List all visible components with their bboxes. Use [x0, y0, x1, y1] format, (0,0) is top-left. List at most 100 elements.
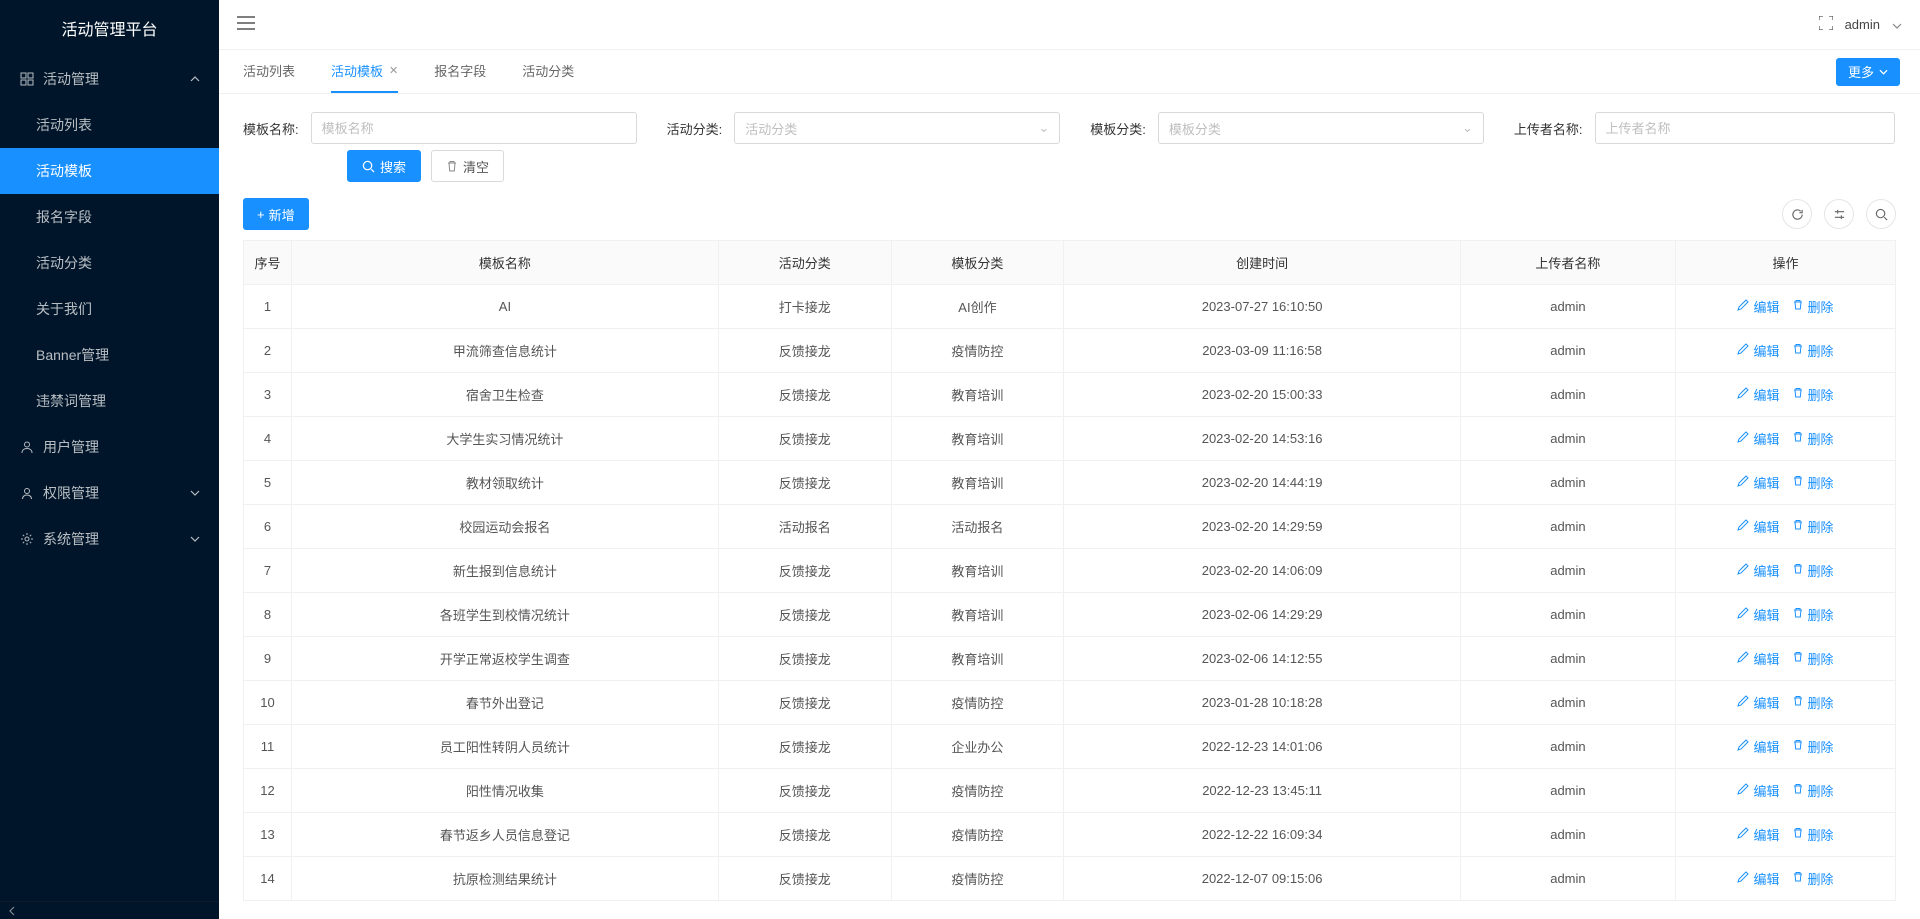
edit-icon — [1737, 871, 1749, 886]
menu-item[interactable]: 关于我们 — [0, 286, 219, 332]
tabs-more-button[interactable]: 更多 — [1836, 58, 1900, 86]
tabs-bar: 活动列表 活动模板 ✕ 报名字段活动分类 更多 — [219, 50, 1920, 94]
search-icon — [362, 160, 375, 173]
delete-button[interactable]: 删除 — [1792, 429, 1834, 448]
edit-button[interactable]: 编辑 — [1737, 781, 1779, 800]
tabs-more-label: 更多 — [1848, 62, 1874, 81]
fullscreen-button[interactable] — [1819, 16, 1833, 33]
menu-item[interactable]: Banner管理 — [0, 332, 219, 378]
cell-uploader: admin — [1460, 637, 1675, 681]
cell-actions: 编辑删除 — [1676, 813, 1896, 857]
delete-button[interactable]: 删除 — [1792, 781, 1834, 800]
cell-actions: 编辑删除 — [1676, 285, 1896, 329]
user-icon — [19, 440, 34, 455]
edit-button[interactable]: 编辑 — [1737, 473, 1779, 492]
cell-uploader: admin — [1460, 373, 1675, 417]
cell-uploader: admin — [1460, 285, 1675, 329]
cell-template-category: 教育培训 — [891, 549, 1064, 593]
edit-button[interactable]: 编辑 — [1737, 341, 1779, 360]
cell-template-category: 疫情防控 — [891, 681, 1064, 725]
cell-created: 2023-02-20 15:00:33 — [1064, 373, 1461, 417]
search-button[interactable]: 搜索 — [347, 150, 421, 182]
menu-group-label: 活动管理 — [43, 69, 99, 89]
delete-button[interactable]: 删除 — [1792, 341, 1834, 360]
edit-button[interactable]: 编辑 — [1737, 605, 1779, 624]
menu-item[interactable]: 活动模板 — [0, 148, 219, 194]
menu-item[interactable]: 违禁词管理 — [0, 378, 219, 424]
filter-uploader-input[interactable] — [1595, 112, 1895, 144]
menu-toggle-button[interactable] — [237, 16, 255, 33]
delete-button[interactable]: 删除 — [1792, 561, 1834, 580]
menu-group-title[interactable]: 用户管理 — [0, 424, 219, 470]
edit-button[interactable]: 编辑 — [1737, 649, 1779, 668]
edit-button[interactable]: 编辑 — [1737, 429, 1779, 448]
delete-button[interactable]: 删除 — [1792, 605, 1834, 624]
cell-created: 2022-12-22 16:09:34 — [1064, 813, 1461, 857]
cell-index: 7 — [244, 549, 292, 593]
refresh-button[interactable] — [1782, 199, 1812, 229]
menu-group-title[interactable]: 活动管理 — [0, 56, 219, 102]
user-menu-toggle[interactable] — [1892, 17, 1902, 32]
close-icon[interactable]: ✕ — [389, 64, 398, 77]
cell-activity-category: 反馈接龙 — [718, 637, 891, 681]
delete-button[interactable]: 删除 — [1792, 385, 1834, 404]
column-header: 上传者名称 — [1460, 241, 1675, 285]
delete-button[interactable]: 删除 — [1792, 737, 1834, 756]
delete-button[interactable]: 删除 — [1792, 825, 1834, 844]
tab[interactable]: 活动模板 ✕ — [331, 50, 398, 93]
search-table-button[interactable] — [1866, 199, 1896, 229]
edit-button[interactable]: 编辑 — [1737, 517, 1779, 536]
tab[interactable]: 活动列表 — [243, 50, 295, 93]
topbar: admin — [219, 0, 1920, 50]
edit-icon — [1737, 563, 1749, 578]
delete-button[interactable]: 删除 — [1792, 649, 1834, 668]
cell-actions: 编辑删除 — [1676, 505, 1896, 549]
edit-button[interactable]: 编辑 — [1737, 693, 1779, 712]
column-header: 活动分类 — [718, 241, 891, 285]
edit-button[interactable]: 编辑 — [1737, 561, 1779, 580]
tab-label: 活动模板 — [331, 61, 383, 80]
username-label[interactable]: admin — [1845, 17, 1880, 32]
tab[interactable]: 活动分类 — [522, 50, 574, 93]
hamburger-icon — [237, 16, 255, 30]
cell-activity-category: 反馈接龙 — [718, 549, 891, 593]
cell-index: 4 — [244, 417, 292, 461]
filter-name-input[interactable] — [311, 112, 637, 144]
settings-button[interactable] — [1824, 199, 1854, 229]
cell-actions: 编辑删除 — [1676, 329, 1896, 373]
menu-group-title[interactable]: 系统管理 — [0, 516, 219, 562]
app-title: 活动管理平台 — [0, 0, 219, 56]
edit-button[interactable]: 编辑 — [1737, 825, 1779, 844]
menu-group-label: 系统管理 — [43, 529, 99, 549]
filter-template-category-select[interactable]: 模板分类 ⌄ — [1158, 112, 1484, 144]
edit-button[interactable]: 编辑 — [1737, 737, 1779, 756]
cell-name: 各班学生到校情况统计 — [292, 593, 719, 637]
edit-button[interactable]: 编辑 — [1737, 385, 1779, 404]
cell-activity-category: 反馈接龙 — [718, 417, 891, 461]
cell-uploader: admin — [1460, 681, 1675, 725]
tab[interactable]: 报名字段 — [434, 50, 486, 93]
delete-button[interactable]: 删除 — [1792, 297, 1834, 316]
clear-button[interactable]: 清空 — [431, 150, 504, 182]
sidebar-collapse-toggle[interactable] — [0, 901, 219, 919]
edit-button[interactable]: 编辑 — [1737, 297, 1779, 316]
cell-uploader: admin — [1460, 329, 1675, 373]
filter-activity-category-select[interactable]: 活动分类 ⌄ — [734, 112, 1060, 144]
plus-icon: + — [257, 207, 265, 222]
delete-button[interactable]: 删除 — [1792, 869, 1834, 888]
edit-button[interactable]: 编辑 — [1737, 869, 1779, 888]
cell-name: 宿舍卫生检查 — [292, 373, 719, 417]
menu-item[interactable]: 活动列表 — [0, 102, 219, 148]
cell-index: 8 — [244, 593, 292, 637]
delete-button[interactable]: 删除 — [1792, 693, 1834, 712]
add-button[interactable]: + 新增 — [243, 198, 309, 230]
menu-item[interactable]: 活动分类 — [0, 240, 219, 286]
edit-icon — [1737, 299, 1749, 314]
menu-item[interactable]: 报名字段 — [0, 194, 219, 240]
delete-button[interactable]: 删除 — [1792, 517, 1834, 536]
menu-group-label: 权限管理 — [43, 483, 99, 503]
cell-activity-category: 反馈接龙 — [718, 725, 891, 769]
menu-group-title[interactable]: 权限管理 — [0, 470, 219, 516]
cell-uploader: admin — [1460, 813, 1675, 857]
delete-button[interactable]: 删除 — [1792, 473, 1834, 492]
